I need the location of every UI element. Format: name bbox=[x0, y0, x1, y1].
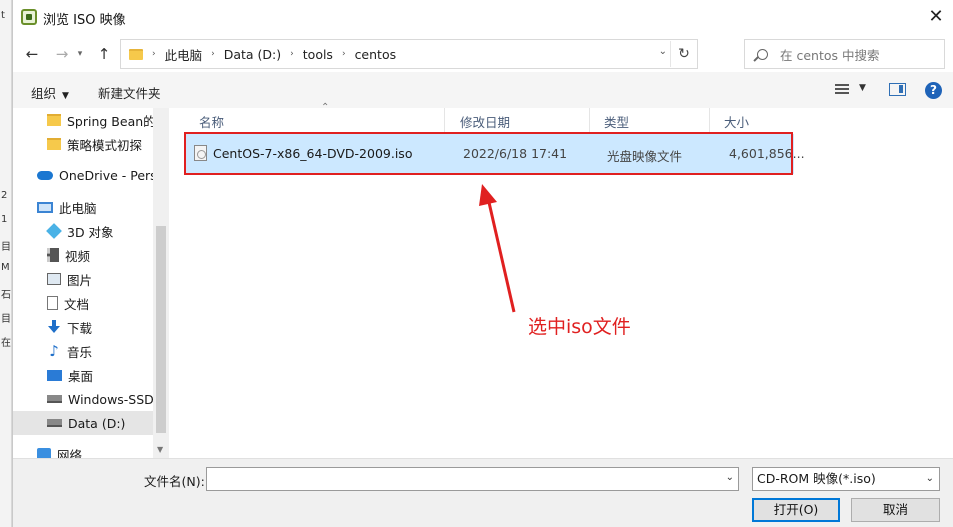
nav-item-label: Data (D:) bbox=[68, 415, 126, 431]
column-header-modified[interactable]: 修改日期 bbox=[446, 108, 590, 134]
search-icon bbox=[757, 48, 768, 60]
nav-item-3d-objects[interactable]: 3D 对象 bbox=[13, 219, 153, 243]
nav-item-windows-ssd[interactable]: Windows-SSD bbox=[13, 387, 153, 411]
nav-item-label: 桌面 bbox=[68, 368, 94, 384]
drive-icon bbox=[47, 395, 62, 403]
breadcrumb-centos[interactable]: centos bbox=[355, 47, 397, 62]
window-title: 浏览 ISO 映像 bbox=[43, 13, 126, 28]
file-type-filter-select[interactable]: CD-ROM 映像(*.iso) ⌄ bbox=[752, 467, 940, 491]
view-options-icon[interactable] bbox=[835, 84, 849, 96]
nav-item-spring-bean[interactable]: Spring Bean的生命周期 bbox=[13, 108, 153, 132]
drive-icon bbox=[47, 419, 62, 427]
video-icon bbox=[47, 248, 59, 262]
breadcrumb-tools[interactable]: tools bbox=[303, 47, 333, 62]
nav-item-downloads[interactable]: 下载 bbox=[13, 315, 153, 339]
title-bar: 浏览 ISO 映像 ✕ bbox=[13, 0, 953, 36]
nav-item-label: 此电脑 bbox=[59, 200, 97, 216]
refresh-icon[interactable]: ↻ bbox=[671, 40, 697, 68]
close-icon[interactable]: ✕ bbox=[924, 6, 948, 30]
nav-pane-scrollbar[interactable]: ▼ bbox=[153, 108, 169, 458]
nav-item-label: 网络 bbox=[57, 447, 83, 459]
nav-item-label: 下载 bbox=[67, 320, 93, 336]
folder-icon bbox=[129, 48, 143, 60]
column-header-type[interactable]: 类型 bbox=[590, 108, 710, 134]
nav-item-label: Spring Bean的生命周期 bbox=[67, 113, 153, 129]
chevron-down-icon[interactable]: ⌄ bbox=[726, 472, 734, 483]
nav-item-onedrive[interactable]: OneDrive - Personal bbox=[13, 163, 153, 187]
recent-locations-chevron-icon[interactable]: ▾ bbox=[73, 44, 87, 64]
nav-item-music[interactable]: ♪ 音乐 bbox=[13, 339, 153, 363]
document-icon bbox=[47, 296, 58, 310]
desktop-icon bbox=[47, 369, 62, 381]
filename-field[interactable]: ⌄ bbox=[206, 467, 739, 491]
onedrive-icon bbox=[37, 170, 53, 180]
bottom-panel: 文件名(N): ⌄ CD-ROM 映像(*.iso) ⌄ 打开(O) 取消 bbox=[13, 458, 953, 527]
nav-item-documents[interactable]: 文档 bbox=[13, 291, 153, 315]
nav-item-this-pc[interactable]: 此电脑 bbox=[13, 195, 153, 219]
breadcrumb-separator-icon[interactable]: › bbox=[211, 49, 215, 59]
breadcrumb-this-pc[interactable]: 此电脑 bbox=[165, 45, 203, 64]
help-icon[interactable]: ? bbox=[925, 82, 942, 99]
nav-item-label: 3D 对象 bbox=[67, 224, 114, 240]
command-toolbar: 组织 ▼ 新建文件夹 ▼ ? bbox=[13, 72, 953, 108]
nav-item-label: Windows-SSD bbox=[68, 391, 153, 407]
search-box[interactable]: 在 centos 中搜索 bbox=[744, 39, 945, 69]
nav-item-label: OneDrive - Personal bbox=[59, 167, 153, 183]
view-dropdown-chevron-icon[interactable]: ▼ bbox=[859, 83, 866, 93]
this-pc-icon bbox=[37, 201, 53, 213]
search-input[interactable]: 在 centos 中搜索 bbox=[780, 45, 880, 64]
nav-item-label: 音乐 bbox=[67, 344, 93, 360]
nav-item-pictures[interactable]: 图片 bbox=[13, 267, 153, 291]
scrollbar-thumb[interactable] bbox=[156, 226, 166, 433]
new-folder-button[interactable]: 新建文件夹 bbox=[98, 83, 161, 102]
nav-item-label: 文档 bbox=[64, 296, 90, 312]
breadcrumb-separator-icon[interactable]: › bbox=[290, 49, 294, 59]
background-window-edge: t 2 1 目 M 石 目 在 bbox=[0, 0, 12, 527]
cancel-button[interactable]: 取消 bbox=[851, 498, 940, 522]
breadcrumb-separator-icon[interactable]: › bbox=[342, 49, 346, 59]
network-icon bbox=[37, 448, 51, 458]
annotation-label: 选中iso文件 bbox=[528, 316, 631, 338]
file-type-filter-value: CD-ROM 映像(*.iso) bbox=[757, 471, 876, 486]
nav-item-videos[interactable]: 视频 bbox=[13, 243, 153, 267]
app-icon bbox=[21, 9, 37, 25]
3d-objects-icon bbox=[46, 223, 62, 239]
organize-label: 组织 bbox=[31, 86, 57, 101]
scroll-down-arrow-icon[interactable]: ▼ bbox=[157, 445, 163, 454]
address-dropdown-chevron-icon[interactable]: ⌄ bbox=[659, 46, 667, 57]
browse-iso-dialog: 浏览 ISO 映像 ✕ ← → ▾ ↑ › 此电脑 › Data (D:) › … bbox=[12, 0, 953, 527]
download-icon bbox=[47, 320, 61, 334]
folder-icon bbox=[47, 138, 61, 150]
breadcrumb-separator-icon[interactable]: › bbox=[152, 49, 156, 59]
nav-item-desktop[interactable]: 桌面 bbox=[13, 363, 153, 387]
nav-item-strategy-pattern[interactable]: 策略模式初探 bbox=[13, 132, 153, 156]
forward-arrow-icon[interactable]: → bbox=[51, 44, 73, 64]
breadcrumb-data-drive[interactable]: Data (D:) bbox=[224, 47, 281, 62]
preview-pane-icon[interactable] bbox=[889, 83, 906, 96]
back-arrow-icon[interactable]: ← bbox=[21, 44, 43, 64]
open-button[interactable]: 打开(O) bbox=[752, 498, 840, 522]
address-bar[interactable]: › 此电脑 › Data (D:) › tools › centos ⌄ ↻ bbox=[120, 39, 698, 69]
music-icon: ♪ bbox=[49, 342, 59, 360]
annotation-highlight-box bbox=[184, 132, 793, 175]
filename-label: 文件名(N): bbox=[144, 474, 205, 489]
nav-item-label: 策略模式初探 bbox=[67, 137, 143, 153]
nav-item-label: 视频 bbox=[65, 248, 91, 264]
nav-item-data-drive[interactable]: Data (D:) bbox=[13, 411, 153, 435]
up-arrow-icon[interactable]: ↑ bbox=[93, 44, 115, 64]
organize-menu-button[interactable]: 组织 ▼ bbox=[31, 83, 69, 102]
picture-icon bbox=[47, 273, 61, 285]
chevron-down-icon: ▼ bbox=[62, 91, 69, 101]
folder-icon bbox=[47, 114, 61, 126]
column-header-name[interactable]: 名称 bbox=[185, 108, 445, 134]
column-header-size[interactable]: 大小 bbox=[710, 108, 794, 134]
navigation-row: ← → ▾ ↑ › 此电脑 › Data (D:) › tools › cent… bbox=[13, 36, 953, 72]
navigation-pane: Spring Bean的生命周期 策略模式初探 OneDrive - Perso… bbox=[13, 108, 169, 458]
chevron-down-icon: ⌄ bbox=[925, 473, 934, 484]
nav-item-network[interactable]: 网络 bbox=[13, 442, 153, 458]
nav-item-label: 图片 bbox=[67, 272, 93, 288]
